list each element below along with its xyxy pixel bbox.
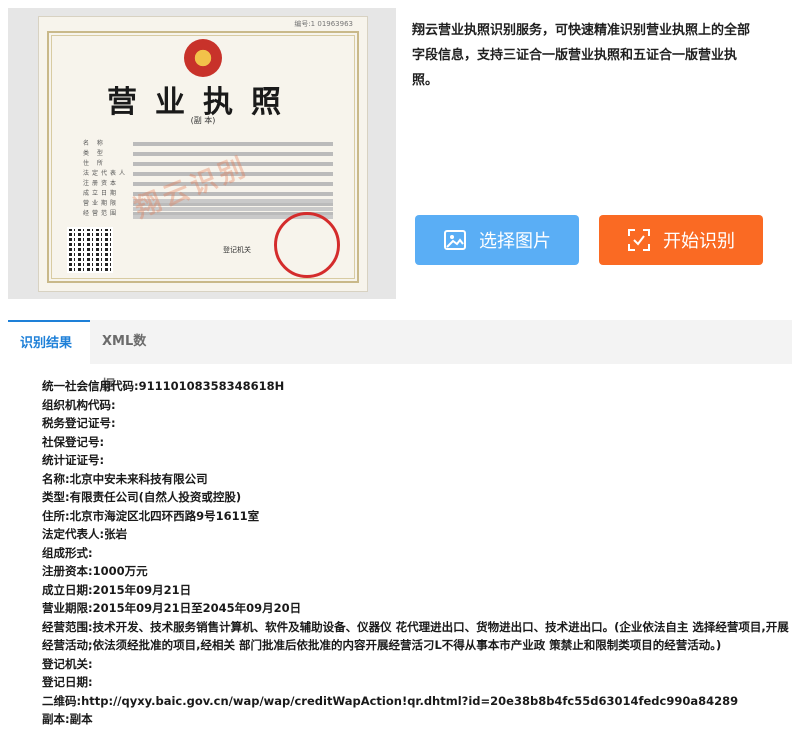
recognition-result-panel: 统一社会信用代码:91110108358348618H 组织机构代码: 税务登记… <box>42 377 792 729</box>
result-line: 登记日期: <box>42 675 93 689</box>
image-icon <box>444 230 466 250</box>
tab-xml-data[interactable]: XML数据 <box>90 320 170 393</box>
result-line: 类型:有限责任公司(自然人投资或控股) <box>42 490 242 504</box>
national-emblem-icon <box>184 39 222 77</box>
result-line-qr-link: 二维码:http://qyxy.baic.gov.cn/wap/wap/cred… <box>42 693 739 708</box>
result-line: 税务登记证号: <box>42 416 116 430</box>
business-license-image: 编号:1 01963963 营业执照 (副 本) 名 称 类 型 住 所 法定代… <box>38 16 368 292</box>
scan-icon <box>628 229 650 251</box>
tab-recognition-result[interactable]: 识别结果 <box>8 320 90 364</box>
service-description: 翔云营业执照识别服务，可快速精准识别营业执照上的全部字段信息，支持三证合一版营业… <box>412 23 751 88</box>
select-image-button[interactable]: 选择图片 <box>415 215 579 265</box>
result-line: 成立日期:2015年09月21日 <box>42 582 192 597</box>
select-image-label: 选择图片 <box>479 231 551 252</box>
start-recognition-button[interactable]: 开始识别 <box>599 215 763 265</box>
result-line: 注册资本:1000万元 <box>42 564 148 578</box>
result-line: 营业期限:2015年09月21日至2045年09月20日 <box>42 601 302 615</box>
result-line: 名称:北京中安未来科技有限公司 <box>42 471 208 486</box>
qr-code-icon <box>67 227 113 273</box>
result-line: 组成形式: <box>42 545 93 560</box>
result-line: 社保登记号: <box>42 434 105 449</box>
result-line: 统一社会信用代码:91110108358348618H <box>42 379 285 393</box>
official-seal-icon <box>274 212 340 278</box>
result-line: 统计证证号: <box>42 453 105 467</box>
start-recognition-label: 开始识别 <box>663 231 735 252</box>
registration-org-label: 登记机关 <box>223 246 251 254</box>
license-subtitle: (副 本) <box>190 116 216 125</box>
license-serial: 编号:1 01963963 <box>294 20 353 28</box>
license-preview-panel: 编号:1 01963963 营业执照 (副 本) 名 称 类 型 住 所 法定代… <box>8 8 396 299</box>
result-line: 组织机构代码: <box>42 397 116 412</box>
result-line: 法定代表人:张岩 <box>42 527 128 541</box>
result-line: 登记机关: <box>42 656 93 671</box>
result-line: 住所:北京市海淀区北四环西路9号1611室 <box>42 508 260 523</box>
license-field: 名 称 <box>83 139 333 149</box>
result-tabs: 识别结果 XML数据 <box>8 320 792 393</box>
result-line: 副本:副本 <box>42 712 93 726</box>
result-line-scope: 经营范围:技术开发、技术服务销售计算机、软件及辅助设备、仪器仪 花代理进出口、货… <box>42 619 789 653</box>
